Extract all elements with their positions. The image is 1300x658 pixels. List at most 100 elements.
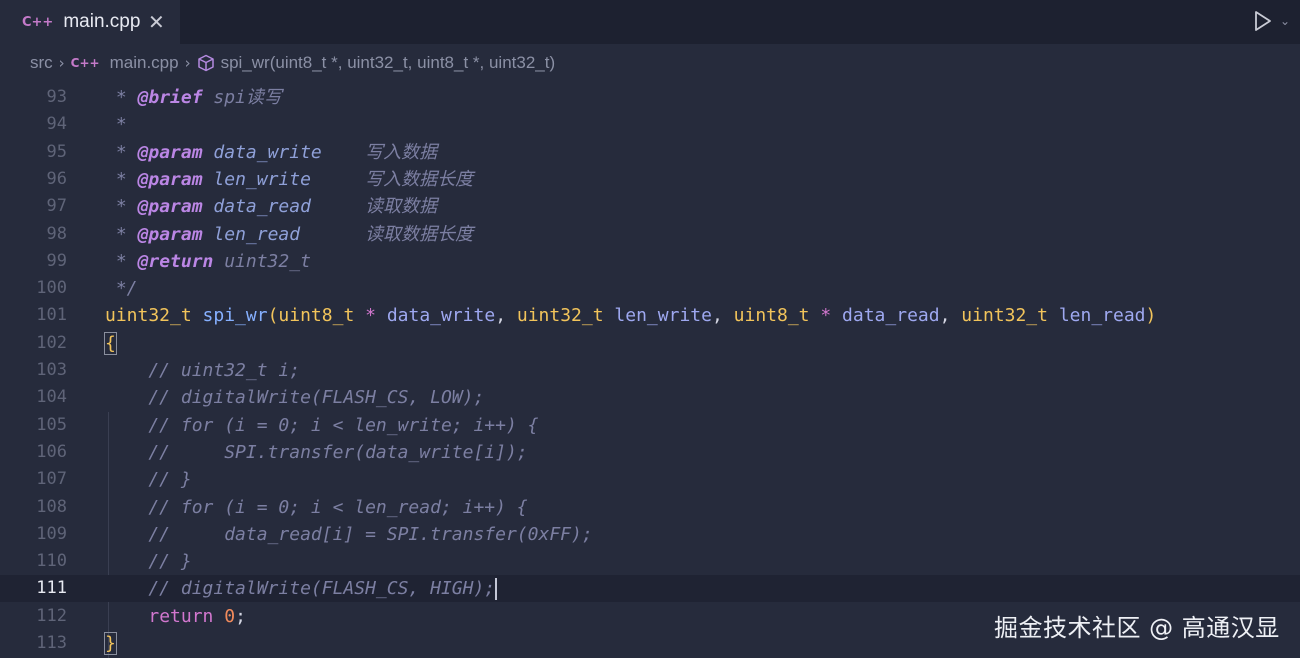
breadcrumb-file[interactable]: main.cpp: [110, 53, 179, 73]
code-line[interactable]: 104 // digitalWrite(FLASH_CS, LOW);: [0, 384, 1300, 411]
code-line[interactable]: 98 * @param len_read 读取数据长度: [0, 221, 1300, 248]
line-number: 93: [46, 87, 67, 107]
code-token: ,: [939, 305, 962, 327]
code-token: // }: [105, 469, 192, 491]
breadcrumb-symbol[interactable]: spi_wr(uint8_t *, uint32_t, uint8_t *, u…: [221, 53, 556, 73]
code-token: // for (i = 0; i < len_write; i++) {: [105, 414, 539, 436]
code-line[interactable]: 95 * @param data_write 写入数据: [0, 139, 1300, 166]
code-text: * @param len_read 读取数据长度: [105, 221, 473, 248]
code-line[interactable]: 106 // SPI.transfer(data_write[i]);: [0, 439, 1300, 466]
code-line[interactable]: 107 // }: [0, 466, 1300, 493]
code-text: // SPI.transfer(data_write[i]);: [105, 439, 527, 466]
text-cursor: [495, 578, 498, 601]
code-token: 读取数据长度: [365, 223, 474, 245]
code-token: uint32_t: [105, 305, 192, 327]
code-token: @param: [137, 168, 203, 190]
code-text: {: [104, 330, 117, 357]
code-text: // for (i = 0; i < len_read; i++) {: [105, 494, 528, 521]
watermark: 掘金技术社区 @ 高通汉显: [994, 614, 1280, 642]
cpp-file-icon: C++: [22, 14, 54, 30]
tab-main-cpp[interactable]: C++ main.cpp ✕: [0, 0, 180, 44]
chevron-down-icon[interactable]: ⌄: [1280, 14, 1290, 28]
code-token: uint32_t: [961, 305, 1048, 327]
code-token: data_read: [842, 305, 940, 327]
line-number: 95: [46, 141, 67, 162]
chevron-right-icon: ›: [58, 54, 65, 72]
line-number: 104: [36, 387, 67, 408]
code-line[interactable]: 108 // for (i = 0; i < len_read; i++) {: [0, 494, 1300, 521]
code-token: return: [148, 605, 214, 627]
code-token: 读取数据: [365, 196, 438, 218]
code-token: ,: [495, 305, 517, 327]
code-editor[interactable]: 93 * @brief spi读写 94 * 95 * @param data_wr…: [0, 82, 1300, 658]
code-text: // digitalWrite(FLASH_CS, HIGH);: [105, 575, 498, 602]
code-token: *: [105, 196, 138, 218]
code-text: // data_read[i] = SPI.transfer(0xFF);: [105, 521, 592, 548]
play-icon[interactable]: [1254, 10, 1272, 32]
code-text: // }: [105, 466, 192, 493]
code-line[interactable]: 111 // digitalWrite(FLASH_CS, HIGH);: [0, 575, 1300, 603]
code-line[interactable]: 93 * @brief spi读写: [0, 84, 1300, 111]
line-number: 105: [36, 414, 67, 435]
code-text: // digitalWrite(FLASH_CS, LOW);: [105, 384, 484, 411]
line-number: 106: [36, 441, 67, 462]
line-number: 98: [46, 223, 67, 244]
code-token: uint8_t: [278, 305, 355, 327]
line-number: 103: [36, 360, 67, 380]
code-text: * @brief spi读写: [105, 84, 282, 111]
code-text: // }: [105, 548, 192, 575]
code-text: // for (i = 0; i < len_write; i++) {: [105, 412, 538, 439]
close-icon[interactable]: ✕: [148, 10, 165, 34]
code-token: (: [267, 305, 279, 327]
code-token: len_write: [614, 305, 712, 327]
code-token: spi: [202, 87, 246, 108]
code-token: 写入数据长度: [365, 168, 474, 190]
line-number: 96: [46, 168, 67, 189]
code-token: // }: [105, 551, 192, 573]
code-line[interactable]: 94 *: [0, 111, 1300, 138]
code-text: * @param data_read 读取数据: [105, 193, 437, 220]
code-token: */: [105, 278, 138, 300]
code-line[interactable]: 101 uint32_t spi_wr(uint8_t * data_write,…: [0, 302, 1300, 329]
code-token: data_write: [213, 141, 322, 163]
cube-icon: [197, 54, 214, 72]
line-number: 97: [46, 196, 67, 217]
code-line[interactable]: 100 */: [0, 275, 1300, 302]
line-number: 112: [36, 605, 67, 626]
code-line[interactable]: 96 * @param len_write 写入数据长度: [0, 166, 1300, 193]
code-line[interactable]: 103 // uint32_t i;: [0, 357, 1300, 384]
breadcrumb-folder[interactable]: src: [30, 53, 53, 73]
code-token: ;: [235, 605, 246, 627]
code-token: *: [105, 114, 127, 136]
code-line[interactable]: 105 // for (i = 0; i < len_write; i++) {: [0, 412, 1300, 439]
code-token: *: [105, 87, 138, 108]
code-token: @param: [137, 223, 203, 245]
code-token: uint32_t: [516, 305, 604, 327]
code-text: }: [104, 630, 117, 657]
line-number: 109: [36, 523, 67, 544]
code-token: data_write: [386, 305, 496, 327]
code-token: ): [1145, 305, 1157, 327]
code-line[interactable]: 109 // data_read[i] = SPI.transfer(0xFF)…: [0, 521, 1300, 548]
code-token: uint32_t: [213, 250, 311, 272]
code-token: // for (i = 0; i < len_read; i++) {: [105, 496, 528, 518]
code-token: 写入数据: [365, 141, 438, 163]
code-line[interactable]: 110 // }: [0, 548, 1300, 575]
code-line[interactable]: 102 {: [0, 330, 1300, 357]
code-line[interactable]: 97 * @param data_read 读取数据: [0, 193, 1300, 220]
code-token: *: [105, 223, 138, 245]
chevron-right-icon: ›: [184, 54, 191, 72]
code-line[interactable]: 99 * @return uint32_t: [0, 248, 1300, 275]
